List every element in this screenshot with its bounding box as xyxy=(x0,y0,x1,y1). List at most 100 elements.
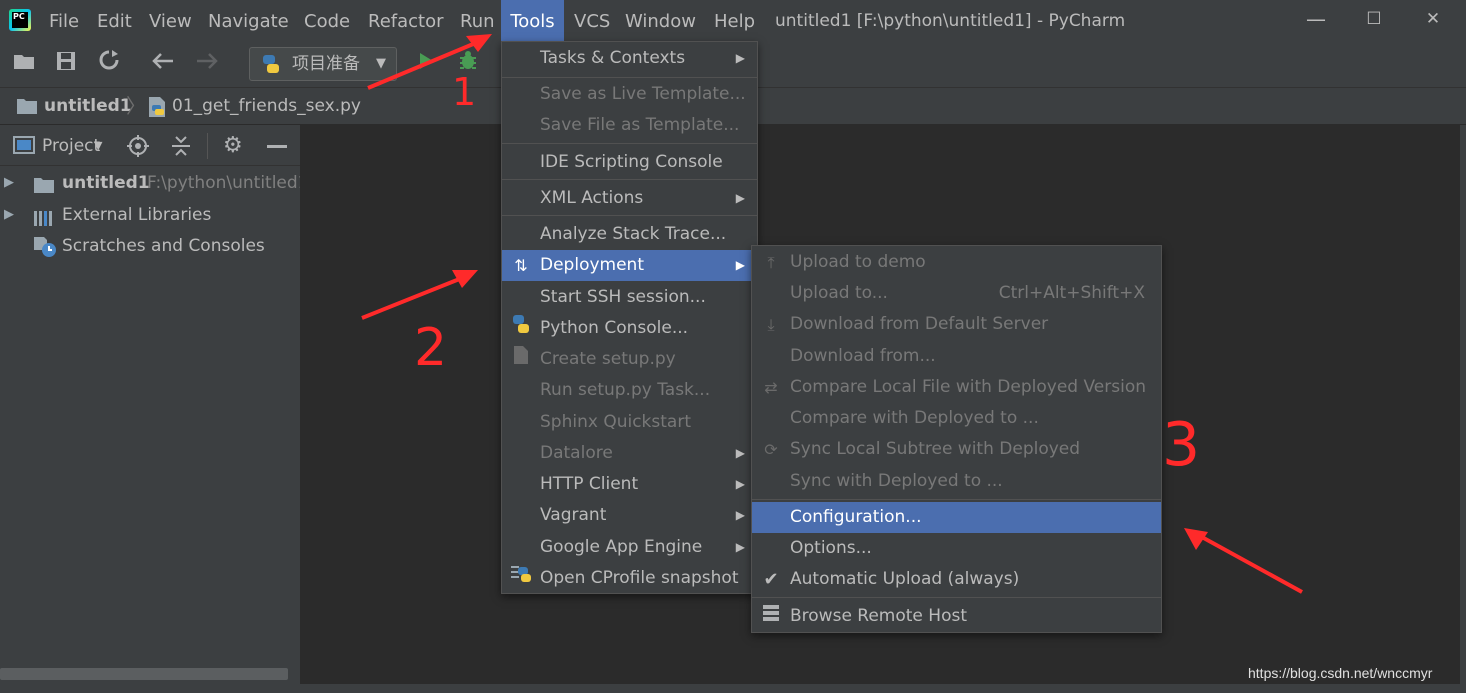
close-icon[interactable]: ✕ xyxy=(1413,0,1453,41)
menu-run[interactable]: Run xyxy=(460,0,495,41)
server-icon xyxy=(760,601,782,632)
horizontal-scrollbar[interactable] xyxy=(0,668,288,680)
forward-arrow-icon[interactable] xyxy=(192,49,222,79)
expand-arrow-icon[interactable]: ▶ xyxy=(4,168,14,198)
shortcut-label: Ctrl+Alt+Shift+X xyxy=(998,283,1145,303)
menu-refactor[interactable]: Refactor xyxy=(368,0,444,41)
project-panel-title[interactable]: Project xyxy=(42,125,100,167)
locate-target-icon[interactable] xyxy=(126,134,150,163)
annotation-number-1: 1 xyxy=(452,70,477,114)
breadcrumb-file[interactable]: 01_get_friends_sex.py xyxy=(172,88,361,124)
cprofile-icon xyxy=(510,563,532,594)
menu-item-open-cprofile[interactable]: Open CProfile snapshot xyxy=(502,563,757,594)
download-icon: ⤓ xyxy=(767,315,775,334)
save-icon[interactable] xyxy=(51,49,81,79)
annotation-number-2: 2 xyxy=(414,318,448,378)
menu-window[interactable]: Window xyxy=(625,0,696,41)
menu-separator xyxy=(502,143,757,144)
menu-item-browse-remote-host[interactable]: Browse Remote Host xyxy=(752,601,1161,632)
menu-code[interactable]: Code xyxy=(304,0,350,41)
run-icon[interactable] xyxy=(411,49,441,79)
submenu-arrow-icon: ▶ xyxy=(735,191,745,205)
menu-item-datalore[interactable]: Datalore ▶ xyxy=(502,438,757,469)
menu-tools[interactable]: Tools xyxy=(501,0,564,41)
project-view-icon xyxy=(13,136,35,159)
folder-icon xyxy=(16,97,38,120)
menu-item-run-setup-task[interactable]: Run setup.py Task... xyxy=(502,375,757,406)
menu-item-upload-to-demo[interactable]: ⤒ Upload to demo xyxy=(752,247,1161,278)
menu-item-start-ssh[interactable]: Start SSH session... xyxy=(502,282,757,313)
menu-edit[interactable]: Edit xyxy=(97,0,132,41)
deployment-submenu: ⤒ Upload to demo Upload to... Ctrl+Alt+S… xyxy=(751,245,1162,633)
python-icon xyxy=(260,54,282,74)
back-arrow-icon[interactable] xyxy=(148,49,178,79)
menu-vcs[interactable]: VCS xyxy=(574,0,610,41)
run-configuration-select[interactable]: 项目准备 ▼ xyxy=(249,47,397,81)
menu-item-ide-scripting-console[interactable]: IDE Scripting Console xyxy=(502,147,757,178)
tools-menu: Tasks & Contexts ▶ Save as Live Template.… xyxy=(501,41,758,594)
window-title: untitled1 [F:\python\untitled1] - PyChar… xyxy=(775,11,1126,31)
menu-item-vagrant[interactable]: Vagrant ▶ xyxy=(502,500,757,531)
chevron-down-icon[interactable]: ▼ xyxy=(94,125,102,167)
watermark: https://blog.csdn.net/wnccmyr xyxy=(1248,665,1433,681)
chevron-down-icon: ▼ xyxy=(376,56,386,71)
menu-file[interactable]: File xyxy=(49,0,79,41)
editor-right-edge xyxy=(1460,125,1466,685)
tree-item-external-libraries[interactable]: ▶ External Libraries xyxy=(0,200,300,230)
menu-item-sphinx-quickstart[interactable]: Sphinx Quickstart xyxy=(502,407,757,438)
submenu-arrow-icon: ▶ xyxy=(735,540,745,554)
breadcrumb-project[interactable]: untitled1 xyxy=(44,88,132,124)
submenu-arrow-icon: ▶ xyxy=(735,446,745,460)
menu-item-tasks-contexts[interactable]: Tasks & Contexts ▶ xyxy=(502,43,757,74)
menu-bar: PC File Edit View Navigate Code Refactor… xyxy=(0,0,1466,41)
menu-item-save-file-template[interactable]: Save File as Template... xyxy=(502,110,757,141)
status-bar xyxy=(0,684,1466,693)
python-file-icon xyxy=(146,96,168,123)
menu-item-compare-local[interactable]: ⇄ Compare Local File with Deployed Versi… xyxy=(752,372,1161,403)
tree-item-label: untitled1 xyxy=(62,173,150,193)
minimize-icon[interactable]: — xyxy=(1296,0,1336,41)
menu-item-python-console[interactable]: Python Console... xyxy=(502,313,757,344)
menu-separator xyxy=(752,597,1161,598)
menu-item-sync-subtree[interactable]: ⟳ Sync Local Subtree with Deployed xyxy=(752,434,1161,465)
menu-item-configuration[interactable]: Configuration... xyxy=(752,502,1161,533)
breadcrumb-separator: 〉 xyxy=(126,94,146,118)
compare-arrows-icon: ⇄ xyxy=(764,378,778,397)
project-panel-header: Project ▼ ⚙ xyxy=(0,125,300,166)
menu-item-save-live-template[interactable]: Save as Live Template... xyxy=(502,79,757,110)
setup-file-icon xyxy=(510,344,532,375)
sync-icon: ⟳ xyxy=(764,440,778,459)
menu-navigate[interactable]: Navigate xyxy=(208,0,289,41)
collapse-all-icon[interactable] xyxy=(169,134,193,163)
python-icon xyxy=(510,313,532,344)
hide-panel-icon[interactable] xyxy=(267,145,287,148)
deployment-arrows-icon: ⇅ xyxy=(514,256,528,275)
menu-item-download-from[interactable]: Download from... xyxy=(752,341,1161,372)
submenu-arrow-icon: ▶ xyxy=(735,508,745,522)
run-configuration-label: 项目准备 xyxy=(292,54,360,74)
menu-view[interactable]: View xyxy=(149,0,192,41)
menu-item-sync-deployed-to[interactable]: Sync with Deployed to ... xyxy=(752,466,1161,497)
tree-item-scratches[interactable]: Scratches and Consoles xyxy=(0,231,300,261)
expand-arrow-icon[interactable]: ▶ xyxy=(4,200,14,230)
menu-item-analyze-stack-trace[interactable]: Analyze Stack Trace... xyxy=(502,219,757,250)
maximize-icon[interactable]: ☐ xyxy=(1354,0,1394,41)
menu-item-upload-to[interactable]: Upload to... Ctrl+Alt+Shift+X xyxy=(752,278,1161,309)
menu-item-options[interactable]: Options... xyxy=(752,533,1161,564)
tree-item-label: External Libraries xyxy=(62,205,212,225)
menu-help[interactable]: Help xyxy=(714,0,755,41)
gear-icon[interactable]: ⚙ xyxy=(223,125,243,167)
menu-item-google-app-engine[interactable]: Google App Engine ▶ xyxy=(502,532,757,563)
menu-item-automatic-upload[interactable]: ✔ Automatic Upload (always) xyxy=(752,564,1161,595)
separator xyxy=(207,133,208,159)
menu-item-create-setup[interactable]: Create setup.py xyxy=(502,344,757,375)
menu-item-xml-actions[interactable]: XML Actions ▶ xyxy=(502,183,757,214)
menu-item-deployment[interactable]: ⇅ Deployment ▶ xyxy=(502,250,757,281)
menu-item-http-client[interactable]: HTTP Client ▶ xyxy=(502,469,757,500)
sync-icon[interactable] xyxy=(94,49,124,79)
upload-icon: ⤒ xyxy=(767,253,775,272)
open-folder-icon[interactable] xyxy=(10,49,40,79)
menu-item-compare-deployed[interactable]: Compare with Deployed to ... xyxy=(752,403,1161,434)
menu-separator xyxy=(502,77,757,78)
menu-item-download-default[interactable]: ⤓ Download from Default Server xyxy=(752,309,1161,340)
